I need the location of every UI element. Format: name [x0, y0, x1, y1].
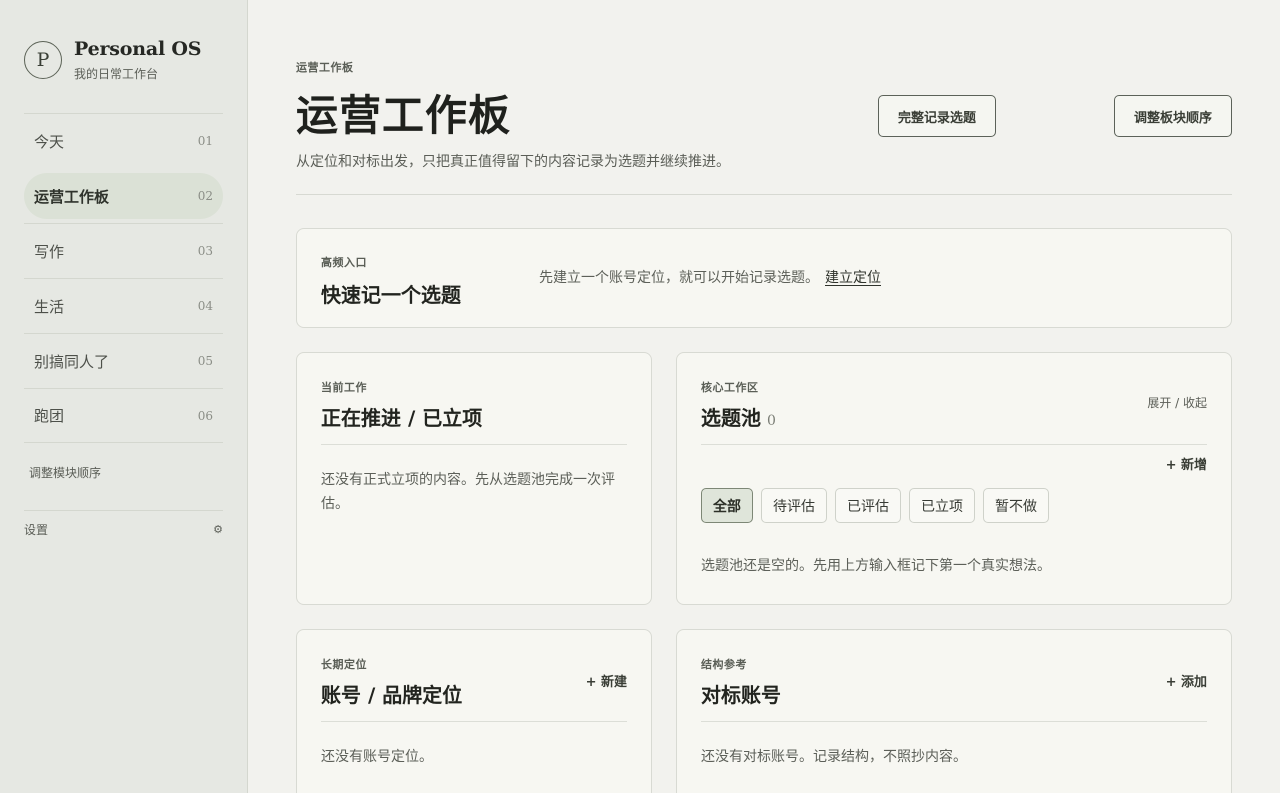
add-topic-button[interactable]: + 新增	[1166, 454, 1207, 473]
add-benchmark-button[interactable]: + 添加	[1166, 671, 1207, 690]
benchmark-accounts-card: 结构参考 对标账号 + 添加 还没有对标账号。记录结构，不照抄内容。	[676, 629, 1232, 793]
brand: P Personal OS 我的日常工作台	[24, 38, 201, 82]
card-divider	[701, 721, 1207, 722]
empty-state-text: 还没有正式立项的内容。先从选题池完成一次评估。	[321, 472, 615, 512]
sidebar-item-number: 03	[197, 244, 213, 258]
card-title: 快速记一个选题	[321, 283, 461, 307]
topic-count: 0	[767, 413, 776, 429]
sidebar-item-writing[interactable]: 写作 03	[24, 223, 223, 278]
gear-icon: ⚙	[213, 523, 223, 536]
page-description: 从定位和对标出发，只把真正值得留下的内容记录为选题并继续推进。	[296, 154, 730, 170]
sidebar-item-today[interactable]: 今天 01	[24, 113, 223, 168]
settings-button[interactable]: 设置 ⚙	[24, 521, 223, 538]
sidebar-item-trpg[interactable]: 跑团 06	[24, 388, 223, 443]
sidebar: P Personal OS 我的日常工作台 今天 01 运营工作板 02 写作 …	[0, 0, 248, 793]
card-title-text: 选题池	[701, 406, 761, 430]
empty-state-text: 还没有账号定位。	[321, 749, 433, 765]
header-divider	[296, 194, 1232, 195]
card-title: 正在推进 / 已立项	[321, 406, 483, 430]
quick-entry-text: 先建立一个账号定位，就可以开始记录选题。	[539, 270, 819, 286]
topic-pool-card: 核心工作区 选题池 0 展开 / 收起 + 新增 全部 待评估 已评估 已立项 暂…	[676, 352, 1232, 605]
settings-label: 设置	[24, 523, 49, 537]
card-title: 选题池 0	[701, 402, 776, 431]
card-eyebrow: 结构参考	[701, 658, 747, 671]
empty-state-text: 还没有对标账号。记录结构，不照抄内容。	[701, 749, 967, 765]
page-title: 运营工作板	[296, 91, 512, 140]
create-positioning-link[interactable]: 建立定位	[825, 270, 881, 286]
quick-entry-card: 高频入口 快速记一个选题 先建立一个账号定位，就可以开始记录选题。 建立定位	[296, 228, 1232, 328]
sidebar-item-number: 04	[197, 299, 213, 313]
brand-subtitle: 我的日常工作台	[74, 67, 159, 81]
sidebar-item-number: 01	[197, 134, 213, 148]
sidebar-item-number: 05	[197, 354, 213, 368]
card-divider	[321, 721, 627, 722]
expand-collapse-toggle[interactable]: 展开 / 收起	[1147, 394, 1207, 411]
sidebar-item-life[interactable]: 生活 04	[24, 278, 223, 333]
empty-state-text: 选题池还是空的。先用上方输入框记下第一个真实想法。	[701, 558, 1051, 574]
filter-evaluated[interactable]: 已评估	[835, 488, 901, 523]
sidebar-item-label: 运营工作板	[34, 187, 110, 206]
full-record-button[interactable]: 完整记录选题	[878, 95, 996, 137]
brand-logo: P	[24, 41, 62, 79]
card-eyebrow: 当前工作	[321, 381, 367, 394]
sidebar-item-number: 06	[197, 408, 213, 423]
reorder-sections-button[interactable]: 调整板块顺序	[1114, 95, 1232, 137]
sidebar-item-operations-board[interactable]: 运营工作板 02	[24, 168, 223, 223]
sidebar-item-label: 别搞同人了	[34, 352, 110, 371]
sidebar-item-no-fanfic[interactable]: 别搞同人了 05	[24, 333, 223, 388]
filter-pending[interactable]: 待评估	[761, 488, 827, 523]
status-filter-group: 全部 待评估 已评估 已立项 暂不做	[701, 488, 1049, 523]
sidebar-divider	[24, 510, 223, 511]
brand-name: Personal OS	[74, 38, 202, 60]
reorder-modules-link[interactable]: 调整模块顺序	[29, 464, 101, 481]
filter-all[interactable]: 全部	[701, 488, 753, 523]
sidebar-item-label: 跑团	[34, 407, 65, 425]
new-positioning-button[interactable]: + 新建	[586, 671, 627, 690]
sidebar-item-label: 今天	[34, 132, 65, 151]
card-eyebrow: 核心工作区	[701, 381, 759, 394]
card-eyebrow: 长期定位	[321, 658, 367, 671]
sidebar-item-number: 02	[197, 189, 213, 203]
card-title: 账号 / 品牌定位	[321, 683, 463, 707]
quick-entry-message: 先建立一个账号定位，就可以开始记录选题。 建立定位	[539, 267, 881, 287]
card-eyebrow: 高频入口	[321, 256, 367, 269]
current-work-card: 当前工作 正在推进 / 已立项 还没有正式立项的内容。先从选题池完成一次评估。	[296, 352, 652, 605]
card-divider	[321, 444, 627, 445]
card-divider	[701, 444, 1207, 445]
account-positioning-card: 长期定位 账号 / 品牌定位 + 新建 还没有账号定位。	[296, 629, 652, 793]
filter-approved[interactable]: 已立项	[909, 488, 975, 523]
sidebar-item-label: 生活	[34, 297, 65, 316]
page-eyebrow: 运营工作板	[296, 61, 354, 74]
filter-skipped[interactable]: 暂不做	[983, 488, 1049, 523]
sidebar-item-label: 写作	[34, 242, 65, 261]
sidebar-nav: 今天 01 运营工作板 02 写作 03 生活 04 别搞同人了 05 跑团 0…	[24, 113, 223, 443]
card-title: 对标账号	[701, 683, 781, 707]
